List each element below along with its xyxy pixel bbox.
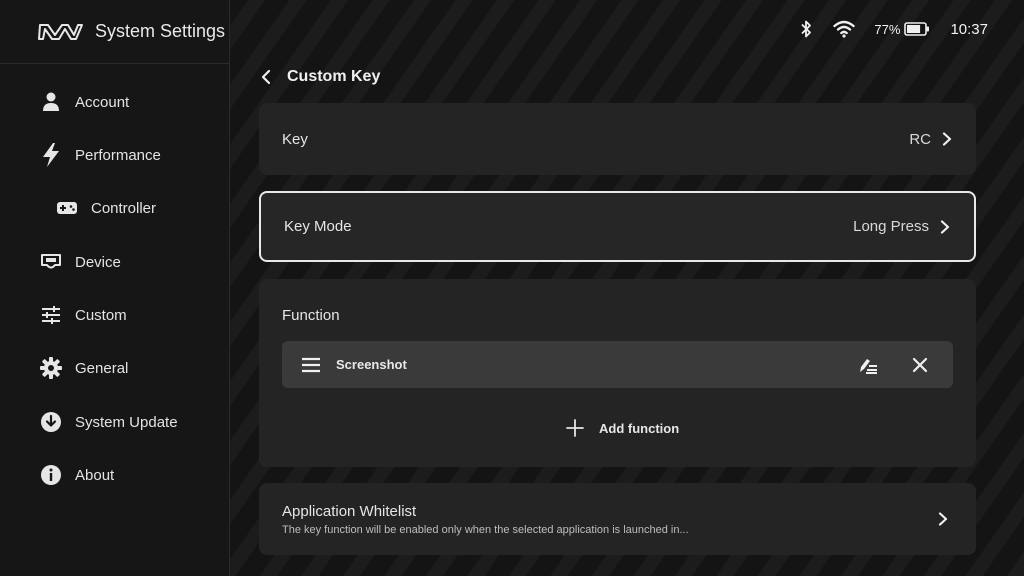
plus-icon [566,419,584,437]
whitelist-description: The key function will be enabled only wh… [282,524,689,536]
sidebar-item-label: Controller [91,199,157,217]
sidebar-item-system-update[interactable]: System Update [0,402,229,442]
chevron-right-icon [940,219,950,234]
sidebar-item-label: General [75,359,129,377]
page-title: Custom Key [287,68,381,85]
gamepad-icon [56,197,78,219]
key-mode-label: Key Mode [284,218,352,235]
sidebar-item-device[interactable]: Device [0,242,229,282]
battery-percentage: 77% [874,21,901,37]
handheld-device-icon [40,251,62,273]
sidebar-item-custom[interactable]: Custom [0,295,229,335]
add-function-button[interactable]: Add function [566,416,679,440]
function-section: Function Screenshot Add function [259,279,976,467]
battery-icon [904,22,930,36]
sidebar-item-label: Device [75,253,121,271]
function-list-item[interactable]: Screenshot [282,341,953,388]
edit-icon[interactable] [858,356,878,374]
key-mode-value: Long Press [853,218,929,235]
sidebar: System Settings Account Performance Cont… [0,0,230,576]
key-row[interactable]: Key RC [259,103,976,175]
whitelist-title: Application Whitelist [282,503,417,520]
gear-icon [40,357,62,379]
clock: 10:37 [950,20,988,38]
function-name: Screenshot [336,357,407,372]
wifi-icon [833,20,856,38]
battery-fill [907,25,921,33]
sidebar-item-performance[interactable]: Performance [0,135,229,175]
sidebar-item-account[interactable]: Account [0,82,229,122]
key-label: Key [282,130,308,148]
close-icon[interactable] [912,357,928,373]
key-mode-row[interactable]: Key Mode Long Press [259,191,976,262]
sliders-icon [40,304,62,326]
sidebar-item-label: Custom [75,306,127,324]
bluetooth-icon [801,20,812,38]
download-circle-icon [40,411,62,433]
lightning-icon [40,143,62,167]
sidebar-item-general[interactable]: General [0,348,229,388]
function-section-title: Function [282,307,340,324]
brand-logo [38,23,83,40]
chevron-right-icon [942,132,952,146]
key-value: RC [909,130,931,148]
info-icon [40,464,62,486]
sidebar-item-label: System Update [75,413,178,431]
add-function-label: Add function [599,420,680,436]
sidebar-item-label: Account [75,93,130,111]
settings-screen: System Settings Account Performance Cont… [0,0,1024,576]
sidebar-header: System Settings [0,0,229,64]
sidebar-item-controller[interactable]: Controller [0,188,229,228]
drag-handle-icon[interactable] [302,357,320,373]
sidebar-item-about[interactable]: About [0,455,229,495]
sidebar-item-label: About [75,466,115,484]
sidebar-item-label: Performance [75,146,161,164]
chevron-left-icon [261,69,271,85]
chevron-right-icon [938,512,948,526]
sidebar-title: System Settings [95,21,226,41]
back-button[interactable]: Custom Key [259,64,380,90]
status-bar: 77% 10:37 [799,16,988,42]
person-icon [40,91,62,113]
application-whitelist-row[interactable]: Application Whitelist The key function w… [259,483,976,555]
